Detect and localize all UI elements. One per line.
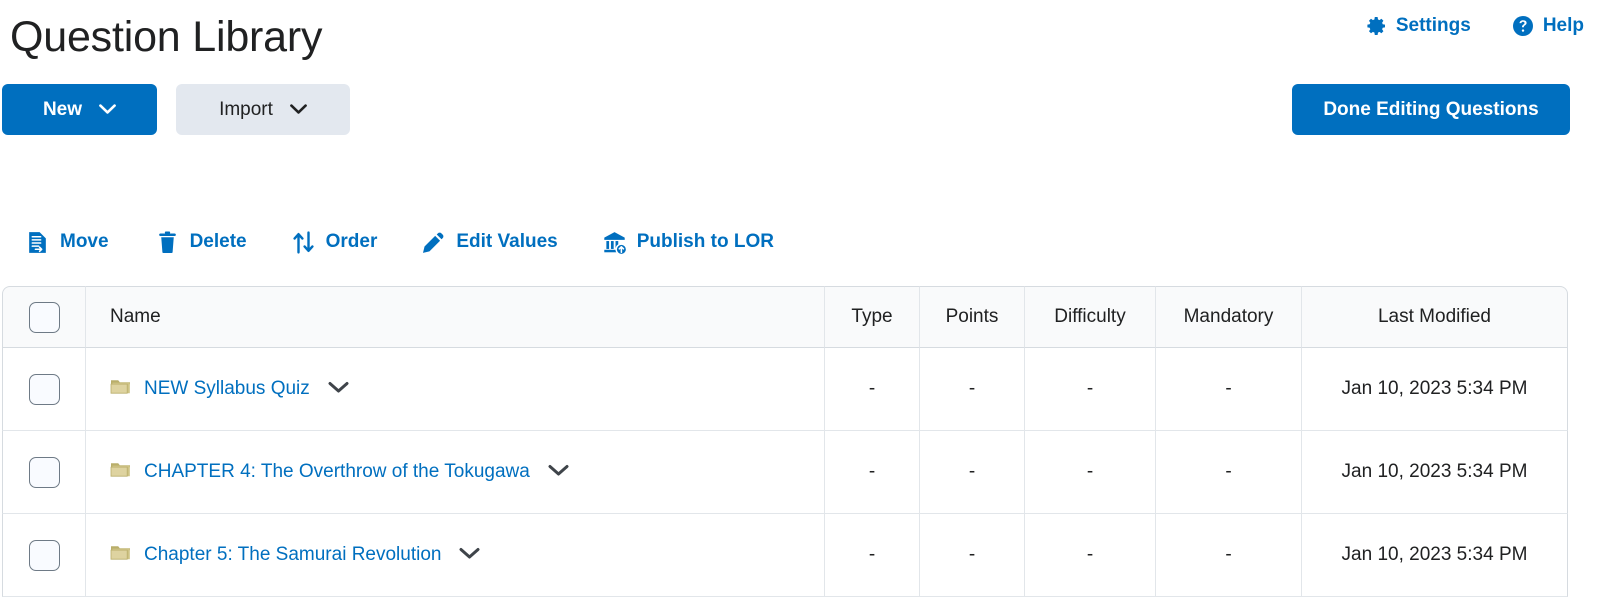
move-document-icon bbox=[25, 230, 50, 255]
edit-values-action[interactable]: Edit Values bbox=[421, 220, 558, 264]
chevron-down-icon[interactable] bbox=[328, 378, 349, 400]
gear-icon bbox=[1364, 14, 1388, 38]
folder-icon bbox=[110, 543, 132, 568]
row-last-modified-cell: Jan 10, 2023 5:34 PM bbox=[1302, 348, 1568, 431]
page-title: Question Library bbox=[10, 13, 323, 61]
delete-action[interactable]: Delete bbox=[155, 220, 247, 264]
question-circle-icon bbox=[1511, 14, 1535, 38]
row-difficulty-cell: - bbox=[1025, 348, 1156, 431]
question-library-table: Name Type Points Difficulty Mandatory La… bbox=[2, 286, 1568, 597]
done-editing-questions-button[interactable]: Done Editing Questions bbox=[1292, 84, 1570, 135]
table-row: Chapter 5: The Samurai Revolution - - - … bbox=[2, 514, 1568, 597]
done-editing-questions-label: Done Editing Questions bbox=[1323, 98, 1539, 120]
edit-values-action-label: Edit Values bbox=[456, 231, 558, 252]
order-action[interactable]: Order bbox=[291, 220, 378, 264]
row-points-value: - bbox=[968, 461, 976, 482]
row-type-cell: - bbox=[825, 514, 920, 597]
row-name-link[interactable]: NEW Syllabus Quiz bbox=[144, 378, 310, 400]
row-name-link[interactable]: CHAPTER 4: The Overthrow of the Tokugawa bbox=[144, 461, 530, 483]
question-library-table-wrapper: Name Type Points Difficulty Mandatory La… bbox=[2, 286, 1568, 597]
move-action[interactable]: Move bbox=[25, 220, 109, 264]
row-mandatory-cell: - bbox=[1156, 431, 1302, 514]
sort-arrows-icon bbox=[291, 230, 316, 255]
row-name-cell: CHAPTER 4: The Overthrow of the Tokugawa bbox=[86, 431, 825, 514]
row-select-cell bbox=[2, 514, 86, 597]
table-header-row: Name Type Points Difficulty Mandatory La… bbox=[2, 286, 1568, 348]
page-header: Question Library Settings Help bbox=[0, 0, 1602, 76]
publish-to-lor-action-label: Publish to LOR bbox=[636, 231, 774, 252]
pencil-icon bbox=[421, 230, 446, 255]
import-button[interactable]: Import bbox=[176, 84, 350, 135]
row-type-value: - bbox=[868, 544, 876, 565]
row-difficulty-value: - bbox=[1086, 544, 1094, 565]
folder-icon bbox=[110, 377, 132, 402]
order-action-label: Order bbox=[325, 231, 378, 252]
row-checkbox[interactable] bbox=[28, 539, 60, 571]
column-header-difficulty[interactable]: Difficulty bbox=[1025, 286, 1156, 348]
row-select-cell bbox=[2, 431, 86, 514]
column-header-mandatory[interactable]: Mandatory bbox=[1156, 286, 1302, 348]
header-actions: Settings Help bbox=[1364, 14, 1584, 38]
bank-upload-icon bbox=[602, 230, 627, 255]
row-points-cell: - bbox=[920, 514, 1025, 597]
trash-icon bbox=[155, 230, 180, 255]
settings-link[interactable]: Settings bbox=[1364, 14, 1471, 38]
row-name-cell: Chapter 5: The Samurai Revolution bbox=[86, 514, 825, 597]
new-button-label: New bbox=[42, 98, 83, 120]
row-checkbox[interactable] bbox=[28, 456, 60, 488]
row-difficulty-value: - bbox=[1086, 378, 1094, 399]
table-row: NEW Syllabus Quiz - - - - Jan 10, 2023 5… bbox=[2, 348, 1568, 431]
chevron-down-icon bbox=[290, 99, 307, 121]
table-row: CHAPTER 4: The Overthrow of the Tokugawa… bbox=[2, 431, 1568, 514]
import-button-label: Import bbox=[219, 98, 273, 120]
table-header: Name Type Points Difficulty Mandatory La… bbox=[2, 286, 1568, 348]
column-header-type[interactable]: Type bbox=[825, 286, 920, 348]
row-last-modified-value: Jan 10, 2023 5:34 PM bbox=[1341, 378, 1528, 399]
question-library-page: Question Library Settings Help New Impor… bbox=[0, 0, 1602, 608]
help-link[interactable]: Help bbox=[1511, 14, 1584, 38]
row-type-cell: - bbox=[825, 431, 920, 514]
row-name-link[interactable]: Chapter 5: The Samurai Revolution bbox=[144, 544, 441, 566]
chevron-down-icon[interactable] bbox=[548, 461, 569, 483]
help-label: Help bbox=[1542, 15, 1584, 36]
column-header-points[interactable]: Points bbox=[920, 286, 1025, 348]
row-checkbox[interactable] bbox=[28, 373, 60, 405]
row-difficulty-cell: - bbox=[1025, 514, 1156, 597]
table-action-toolbar: Move Delete Order Edit Values Publish to… bbox=[0, 220, 1602, 264]
row-points-cell: - bbox=[920, 348, 1025, 431]
row-points-value: - bbox=[968, 544, 976, 565]
table-body: NEW Syllabus Quiz - - - - Jan 10, 2023 5… bbox=[2, 348, 1568, 597]
row-name-cell: NEW Syllabus Quiz bbox=[86, 348, 825, 431]
new-button[interactable]: New bbox=[2, 84, 157, 135]
row-mandatory-cell: - bbox=[1156, 348, 1302, 431]
row-difficulty-value: - bbox=[1086, 461, 1094, 482]
folder-icon bbox=[110, 460, 132, 485]
settings-label: Settings bbox=[1395, 15, 1471, 36]
row-mandatory-value: - bbox=[1225, 378, 1232, 399]
publish-to-lor-action[interactable]: Publish to LOR bbox=[602, 220, 774, 264]
row-last-modified-value: Jan 10, 2023 5:34 PM bbox=[1341, 461, 1528, 482]
row-mandatory-cell: - bbox=[1156, 514, 1302, 597]
row-last-modified-cell: Jan 10, 2023 5:34 PM bbox=[1302, 431, 1568, 514]
row-type-cell: - bbox=[825, 348, 920, 431]
chevron-down-icon bbox=[99, 99, 116, 121]
select-all-header bbox=[2, 286, 86, 348]
row-mandatory-value: - bbox=[1225, 544, 1232, 565]
row-last-modified-cell: Jan 10, 2023 5:34 PM bbox=[1302, 514, 1568, 597]
row-points-value: - bbox=[968, 378, 976, 399]
row-last-modified-value: Jan 10, 2023 5:34 PM bbox=[1341, 544, 1528, 565]
row-type-value: - bbox=[868, 461, 876, 482]
row-type-value: - bbox=[868, 378, 876, 399]
row-points-cell: - bbox=[920, 431, 1025, 514]
column-header-name[interactable]: Name bbox=[86, 286, 825, 348]
select-all-checkbox[interactable] bbox=[28, 301, 60, 333]
chevron-down-icon[interactable] bbox=[459, 544, 480, 566]
delete-action-label: Delete bbox=[189, 231, 247, 252]
move-action-label: Move bbox=[60, 231, 109, 252]
column-header-last-modified[interactable]: Last Modified bbox=[1302, 286, 1568, 348]
row-mandatory-value: - bbox=[1225, 461, 1232, 482]
row-select-cell bbox=[2, 348, 86, 431]
primary-button-row: New Import Done Editing Questions bbox=[0, 84, 1602, 136]
row-difficulty-cell: - bbox=[1025, 431, 1156, 514]
